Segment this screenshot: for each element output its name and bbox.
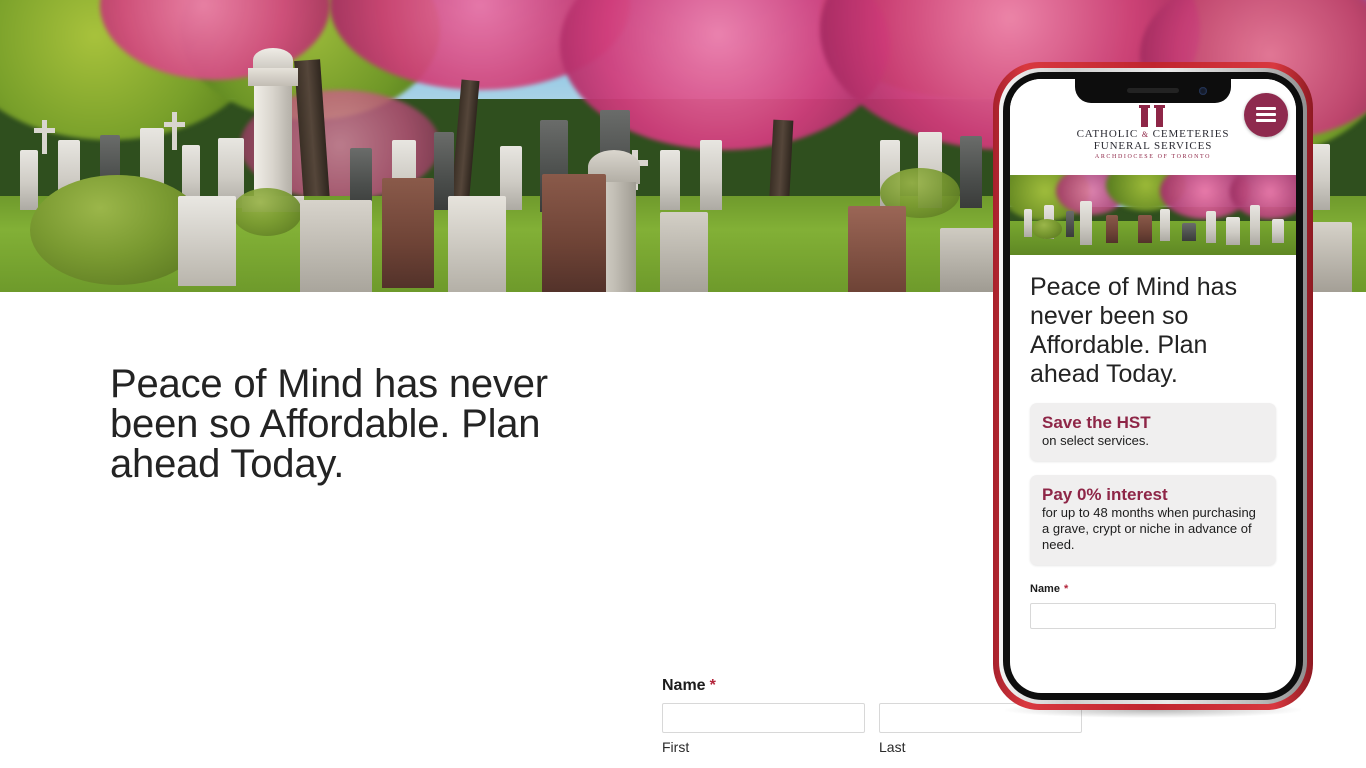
required-asterisk: * <box>709 677 716 694</box>
mobile-offer-subtitle: for up to 48 months when purchasing a gr… <box>1042 505 1256 552</box>
cross-monument <box>172 112 177 150</box>
logo-cemeteries-text: CEMETERIES <box>1152 128 1230 140</box>
logo-catholic-text: CATHOLIC <box>1076 128 1139 140</box>
mobile-offer-card-interest: Pay 0% interest for up to 48 months when… <box>1030 475 1276 565</box>
headstone <box>448 196 506 292</box>
headstone <box>1024 209 1032 237</box>
logo-line-3: ARCHDIOCESE OF TORONTO <box>1094 154 1212 160</box>
first-name-sublabel: First <box>662 739 690 755</box>
hamburger-menu-icon[interactable] <box>1244 93 1288 137</box>
headstone <box>660 212 708 292</box>
mobile-offer-subtitle: on select services. <box>1042 433 1149 448</box>
cross-monument <box>164 122 185 127</box>
headstone <box>1206 211 1216 243</box>
headstone <box>382 178 434 288</box>
headstone <box>1250 205 1260 245</box>
mobile-offer-card-hst: Save the HST on select services. <box>1030 403 1276 461</box>
trimmed-bush <box>232 188 302 236</box>
site-logo[interactable]: CATHOLIC & CEMETERIES FUNERAL SERVICES A… <box>1063 105 1243 160</box>
headstone <box>700 140 722 210</box>
headstone <box>300 200 372 292</box>
required-asterisk: * <box>1063 583 1069 595</box>
headstone <box>20 150 38 210</box>
mobile-name-field-label: Name * <box>1030 583 1276 595</box>
headstone <box>1160 209 1170 241</box>
mobile-name-input[interactable] <box>1030 603 1276 629</box>
headstone <box>542 174 606 292</box>
headstone <box>178 196 236 286</box>
headstone <box>1182 223 1196 241</box>
phone-mockup: CATHOLIC & CEMETERIES FUNERAL SERVICES A… <box>993 62 1313 722</box>
headstone <box>1106 215 1118 243</box>
trimmed-bush <box>1032 219 1062 239</box>
name-label-text: Name <box>662 677 706 694</box>
logo-line-2: FUNERAL SERVICES <box>1093 140 1213 152</box>
headstone <box>1066 211 1074 237</box>
logo-ampersand: & <box>1141 130 1149 139</box>
headline-column: Peace of Mind has never been so Affordab… <box>110 364 610 484</box>
earpiece-speaker-icon <box>1127 88 1179 93</box>
phone-screen: CATHOLIC & CEMETERIES FUNERAL SERVICES A… <box>1010 79 1296 693</box>
headstone <box>1138 215 1152 243</box>
headstone <box>1080 201 1092 245</box>
mobile-offer-title: Pay 0% interest <box>1042 485 1168 504</box>
landing-page: Peace of Mind has never been so Affordab… <box>0 0 1366 768</box>
headstone <box>1272 219 1284 243</box>
monument-cap <box>248 68 298 86</box>
last-name-sublabel: Last <box>879 739 906 755</box>
headstone <box>660 150 680 210</box>
mobile-name-label-text: Name <box>1030 583 1060 595</box>
headstone <box>848 206 906 292</box>
blossom-canopy <box>1230 175 1296 219</box>
mobile-page-body: Peace of Mind has never been so Affordab… <box>1010 255 1296 629</box>
cross-monument <box>34 128 55 133</box>
headstone <box>960 136 982 208</box>
monument-column <box>254 86 292 196</box>
headstone <box>1226 217 1240 245</box>
logo-line-1: CATHOLIC & CEMETERIES <box>1063 128 1243 140</box>
mobile-headline: Peace of Mind has never been so Affordab… <box>1030 273 1238 388</box>
mobile-hero-image <box>1010 175 1296 255</box>
cross-monument <box>42 120 47 154</box>
logo-pillars-icon <box>1063 105 1243 127</box>
mobile-offer-title: Save the HST <box>1042 413 1151 432</box>
phone-notch <box>1075 79 1231 103</box>
first-name-cell: First <box>662 703 865 755</box>
front-camera-icon <box>1199 87 1207 95</box>
page-headline: Peace of Mind has never been so Affordab… <box>110 362 548 486</box>
first-name-input[interactable] <box>662 703 865 733</box>
